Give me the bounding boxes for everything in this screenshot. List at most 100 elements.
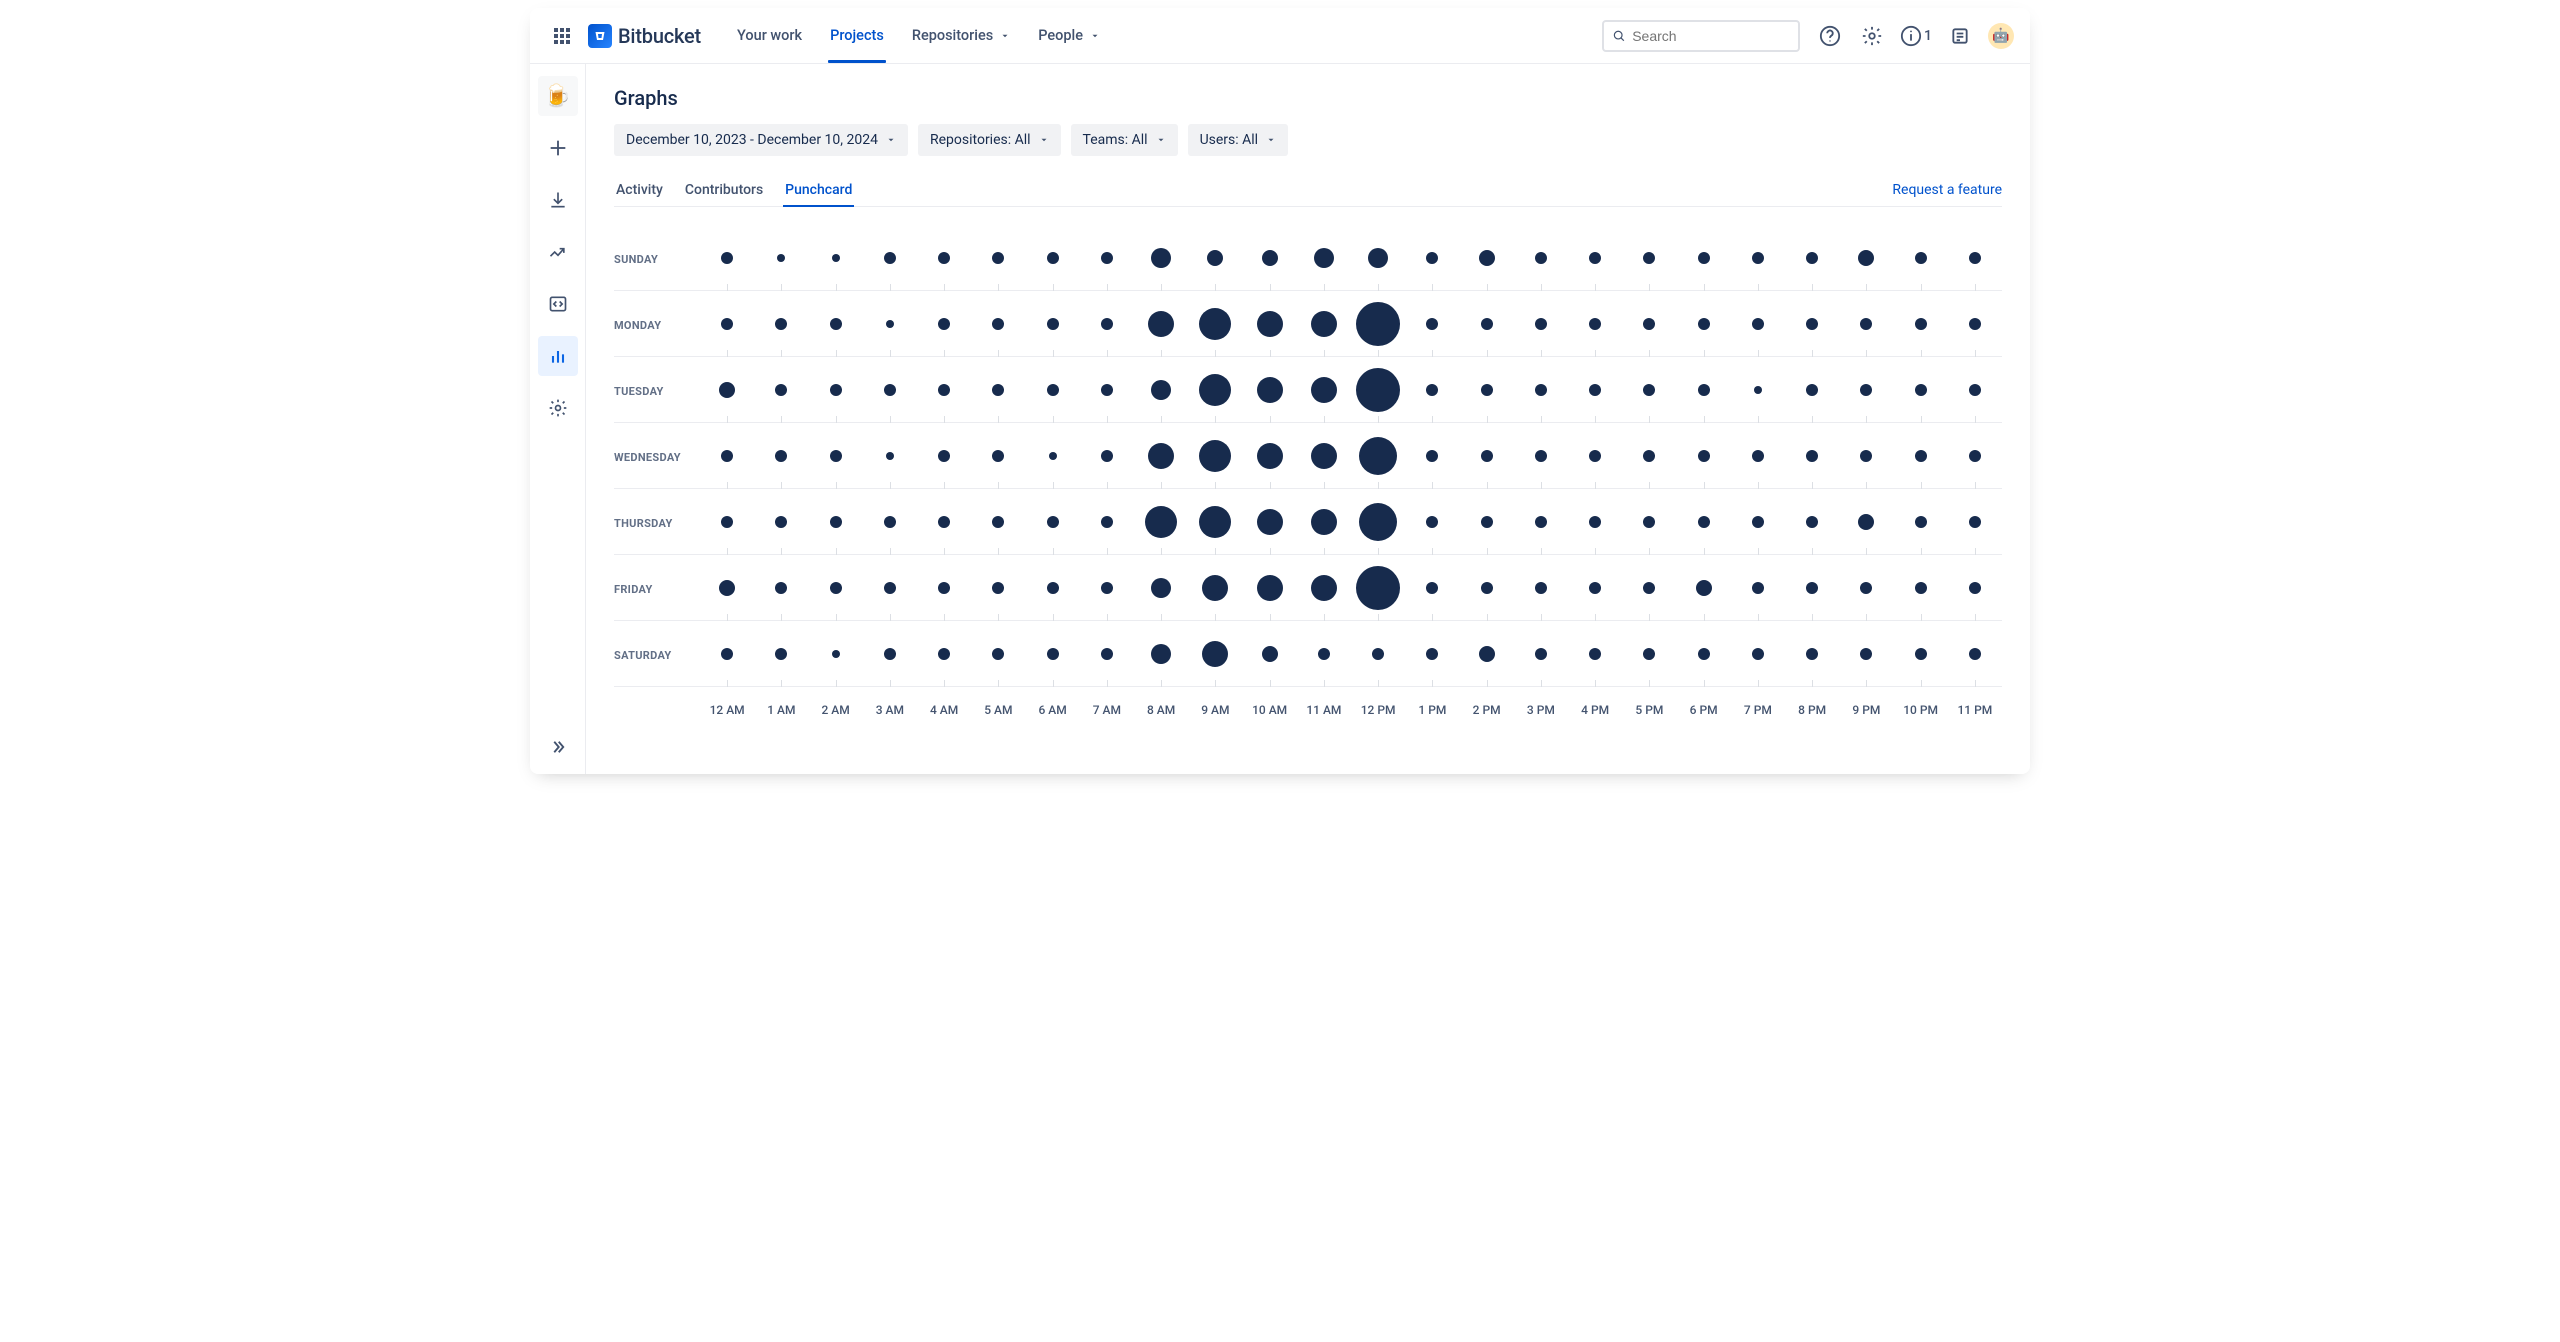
- punchcard-cell[interactable]: [863, 489, 917, 555]
- rail-expand[interactable]: [538, 734, 578, 774]
- punchcard-cell[interactable]: [1080, 621, 1134, 687]
- search-box[interactable]: [1602, 20, 1800, 52]
- punchcard-cell[interactable]: [1405, 423, 1459, 489]
- punchcard-cell[interactable]: [1568, 489, 1622, 555]
- tab-contributors[interactable]: Contributors: [683, 174, 765, 206]
- punchcard-cell[interactable]: [700, 291, 754, 357]
- punchcard-cell[interactable]: [1894, 555, 1948, 621]
- punchcard-cell[interactable]: [1243, 423, 1297, 489]
- punchcard-cell[interactable]: [1026, 291, 1080, 357]
- punchcard-cell[interactable]: [1297, 489, 1351, 555]
- punchcard-cell[interactable]: [1622, 621, 1676, 687]
- punchcard-cell[interactable]: [1405, 291, 1459, 357]
- punchcard-cell[interactable]: [1460, 225, 1514, 291]
- punchcard-cell[interactable]: [1134, 423, 1188, 489]
- punchcard-cell[interactable]: [1026, 621, 1080, 687]
- punchcard-cell[interactable]: [1568, 291, 1622, 357]
- punchcard-cell[interactable]: [1514, 225, 1568, 291]
- punchcard-cell[interactable]: [1080, 555, 1134, 621]
- punchcard-cell[interactable]: [1134, 225, 1188, 291]
- search-input[interactable]: [1632, 28, 1790, 44]
- punchcard-cell[interactable]: [1948, 489, 2002, 555]
- punchcard-cell[interactable]: [1785, 291, 1839, 357]
- rail-create[interactable]: [538, 128, 578, 168]
- punchcard-cell[interactable]: [1894, 423, 1948, 489]
- punchcard-cell[interactable]: [1677, 357, 1731, 423]
- punchcard-cell[interactable]: [1514, 291, 1568, 357]
- punchcard-cell[interactable]: [1351, 423, 1405, 489]
- rail-snippets[interactable]: [538, 284, 578, 324]
- punchcard-cell[interactable]: [1297, 225, 1351, 291]
- punchcard-cell[interactable]: [1080, 423, 1134, 489]
- punchcard-cell[interactable]: [1080, 357, 1134, 423]
- punchcard-cell[interactable]: [1134, 357, 1188, 423]
- punchcard-cell[interactable]: [1514, 423, 1568, 489]
- punchcard-cell[interactable]: [1351, 621, 1405, 687]
- punchcard-cell[interactable]: [809, 225, 863, 291]
- punchcard-cell[interactable]: [1026, 489, 1080, 555]
- punchcard-cell[interactable]: [1785, 423, 1839, 489]
- punchcard-cell[interactable]: [1351, 357, 1405, 423]
- punchcard-cell[interactable]: [809, 357, 863, 423]
- punchcard-cell[interactable]: [700, 225, 754, 291]
- punchcard-cell[interactable]: [971, 555, 1025, 621]
- punchcard-cell[interactable]: [1188, 621, 1242, 687]
- punchcard-cell[interactable]: [1080, 225, 1134, 291]
- punchcard-cell[interactable]: [1839, 423, 1893, 489]
- punchcard-cell[interactable]: [809, 489, 863, 555]
- punchcard-cell[interactable]: [1948, 357, 2002, 423]
- punchcard-cell[interactable]: [1894, 621, 1948, 687]
- punchcard-cell[interactable]: [1514, 489, 1568, 555]
- punchcard-cell[interactable]: [1297, 357, 1351, 423]
- app-switcher-icon[interactable]: [546, 20, 578, 52]
- punchcard-cell[interactable]: [1894, 489, 1948, 555]
- punchcard-cell[interactable]: [754, 555, 808, 621]
- punchcard-cell[interactable]: [971, 291, 1025, 357]
- punchcard-cell[interactable]: [1677, 621, 1731, 687]
- punchcard-cell[interactable]: [1677, 555, 1731, 621]
- punchcard-cell[interactable]: [1243, 357, 1297, 423]
- punchcard-cell[interactable]: [1948, 423, 2002, 489]
- punchcard-cell[interactable]: [1297, 555, 1351, 621]
- punchcard-cell[interactable]: [1405, 555, 1459, 621]
- punchcard-cell[interactable]: [863, 291, 917, 357]
- punchcard-cell[interactable]: [1785, 555, 1839, 621]
- punchcard-cell[interactable]: [1243, 225, 1297, 291]
- punchcard-cell[interactable]: [1134, 489, 1188, 555]
- avatar[interactable]: 🤖: [1988, 23, 2014, 49]
- punchcard-cell[interactable]: [1948, 291, 2002, 357]
- punchcard-cell[interactable]: [1243, 489, 1297, 555]
- punchcard-cell[interactable]: [1514, 357, 1568, 423]
- punchcard-cell[interactable]: [1839, 621, 1893, 687]
- info-count[interactable]: 1: [1900, 25, 1932, 47]
- punchcard-cell[interactable]: [1839, 555, 1893, 621]
- punchcard-cell[interactable]: [700, 555, 754, 621]
- request-feature-link[interactable]: Request a feature: [1892, 174, 2002, 206]
- punchcard-cell[interactable]: [1134, 291, 1188, 357]
- punchcard-cell[interactable]: [1839, 357, 1893, 423]
- punchcard-cell[interactable]: [1785, 225, 1839, 291]
- punchcard-cell[interactable]: [1948, 225, 2002, 291]
- punchcard-cell[interactable]: [809, 291, 863, 357]
- punchcard-cell[interactable]: [1839, 225, 1893, 291]
- tab-activity[interactable]: Activity: [614, 174, 665, 206]
- punchcard-cell[interactable]: [1188, 291, 1242, 357]
- nav-link-your-work[interactable]: Your work: [725, 8, 814, 63]
- punchcard-cell[interactable]: [863, 555, 917, 621]
- nav-link-repositories[interactable]: Repositories: [900, 8, 1022, 63]
- punchcard-cell[interactable]: [1677, 291, 1731, 357]
- punchcard-cell[interactable]: [1894, 291, 1948, 357]
- rail-project[interactable]: 🍺: [538, 76, 578, 116]
- punchcard-cell[interactable]: [1785, 621, 1839, 687]
- punchcard-cell[interactable]: [1839, 489, 1893, 555]
- punchcard-cell[interactable]: [1731, 555, 1785, 621]
- punchcard-cell[interactable]: [1568, 555, 1622, 621]
- punchcard-cell[interactable]: [971, 621, 1025, 687]
- punchcard-cell[interactable]: [700, 357, 754, 423]
- help-icon[interactable]: [1816, 22, 1844, 50]
- punchcard-cell[interactable]: [1188, 423, 1242, 489]
- punchcard-cell[interactable]: [1731, 621, 1785, 687]
- punchcard-cell[interactable]: [754, 489, 808, 555]
- punchcard-cell[interactable]: [1351, 291, 1405, 357]
- punchcard-cell[interactable]: [1080, 489, 1134, 555]
